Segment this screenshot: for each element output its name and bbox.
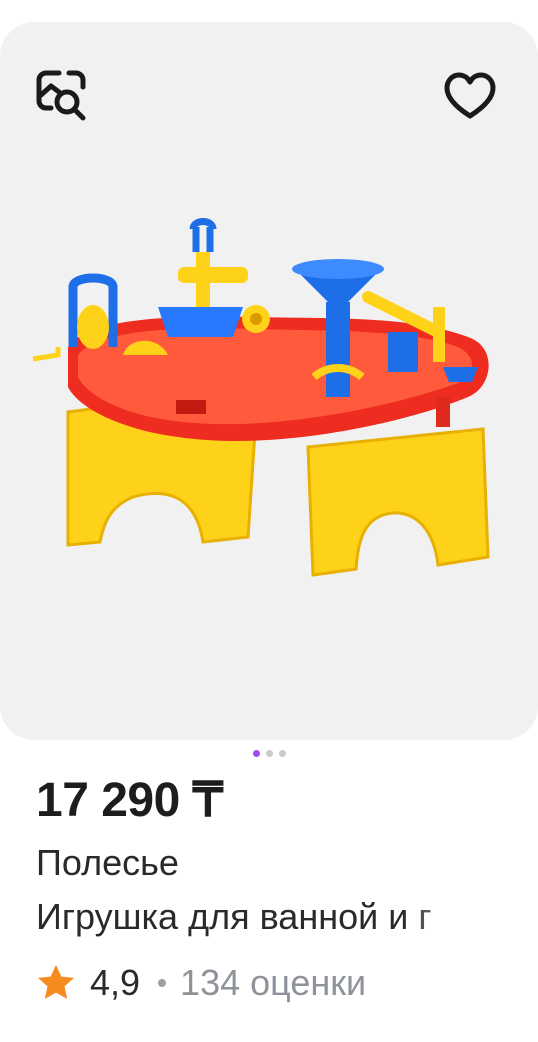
product-price: 17 290 ₸ [36,774,223,827]
star-icon [38,965,74,999]
heart-icon [444,72,496,119]
image-search-button[interactable] [30,64,94,128]
product-photo [32,218,490,577]
product-image-card[interactable] [0,22,538,740]
carousel-indicator [0,750,538,757]
carousel-dot-active[interactable] [252,750,260,757]
image-search-icon [36,70,86,121]
carousel-dot[interactable] [265,750,273,757]
product-brand[interactable]: Полесье [36,842,179,884]
carousel-dot[interactable] [278,750,286,757]
rating-value: 4,9 [90,962,141,1003]
review-count[interactable]: 134 оценки [180,962,366,1004]
favorite-button[interactable] [438,64,502,128]
rating-row[interactable]: 4,9 134 оценки [36,962,366,1004]
product-title[interactable]: Игрушка для ванной и г [36,896,506,938]
separator-dot [158,979,167,987]
